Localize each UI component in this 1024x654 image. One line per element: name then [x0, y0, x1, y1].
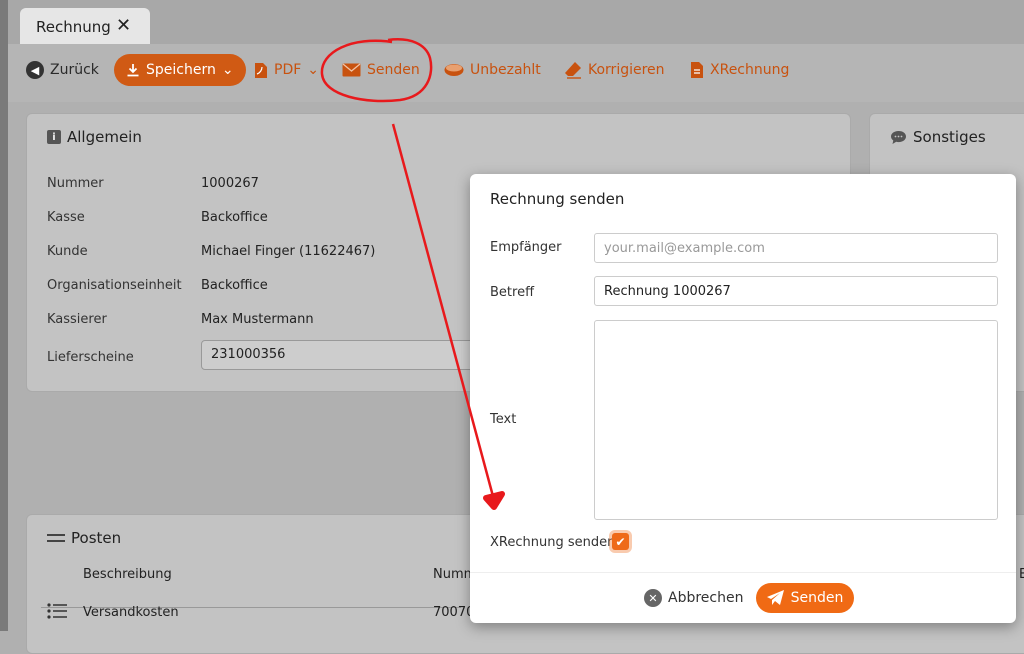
field-value-nummer: 1000267 — [201, 176, 259, 191]
subject-label: Betreff — [490, 285, 535, 300]
tab-bar: Rechnung ✕ — [8, 0, 1024, 46]
text-area[interactable] — [594, 320, 998, 520]
envelope-icon — [342, 63, 361, 77]
field-value-organisationseinheit: Backoffice — [201, 278, 268, 293]
unpaid-label: Unbezahlt — [470, 62, 541, 78]
pdf-icon — [255, 62, 267, 78]
left-edge — [0, 0, 8, 631]
unpaid-button[interactable]: Unbezahlt — [444, 54, 541, 86]
field-label-lieferscheine: Lieferscheine — [47, 350, 134, 365]
dialog-send-button[interactable]: Senden — [756, 583, 854, 613]
chevron-down-icon: ⌄ — [307, 62, 320, 78]
row-description: Versandkosten — [83, 605, 179, 620]
items-title: Posten — [47, 529, 121, 547]
recipient-input[interactable] — [594, 233, 998, 263]
field-label-kasse: Kasse — [47, 210, 85, 225]
xrechnung-send-label: XRechnung senden — [490, 535, 616, 550]
coins-icon — [444, 64, 464, 76]
field-value-kassierer: Max Mustermann — [201, 312, 314, 327]
correct-button[interactable]: Korrigieren — [564, 54, 665, 86]
field-value-kasse: Backoffice — [201, 210, 268, 225]
check-icon: ✔ — [615, 534, 626, 549]
misc-title-text: Sonstiges — [913, 128, 986, 146]
dialog-title: Rechnung senden — [490, 190, 625, 208]
xrechnung-checkbox[interactable]: ✔ — [612, 533, 629, 550]
save-button[interactable]: Speichern ⌄ — [114, 54, 246, 86]
field-value-kunde: Michael Finger (11622467) — [201, 244, 376, 259]
column-header-description: Beschreibung — [83, 567, 172, 582]
general-title: i Allgemein — [47, 128, 142, 146]
toolbar: ◀ Zurück Speichern ⌄ PDF ⌄ Senden Unbeza… — [8, 44, 1024, 102]
tab-title: Rechnung — [36, 18, 111, 36]
info-icon: i — [47, 130, 61, 144]
pdf-button[interactable]: PDF ⌄ — [254, 54, 319, 86]
xrechnung-label: XRechnung — [710, 62, 790, 78]
list-icon[interactable] — [47, 603, 67, 619]
dialog-footer-divider — [470, 572, 1016, 573]
send-button[interactable]: Senden — [342, 54, 420, 86]
download-icon — [127, 64, 139, 77]
misc-title: Sonstiges — [890, 128, 986, 146]
lieferscheine-value: 231000356 — [211, 347, 286, 362]
xrechnung-button[interactable]: XRechnung — [690, 54, 789, 86]
document-icon — [691, 62, 703, 78]
save-label: Speichern — [146, 62, 216, 78]
column-header-e: E — [1019, 567, 1024, 582]
back-button[interactable]: ◀ Zurück — [26, 54, 99, 86]
close-icon[interactable]: ✕ — [116, 15, 131, 36]
field-label-kassierer: Kassierer — [47, 312, 107, 327]
row-number: 70070 — [433, 605, 475, 620]
dialog-send-label: Senden — [790, 590, 844, 606]
correct-label: Korrigieren — [588, 62, 665, 78]
cancel-label: Abbrechen — [668, 590, 744, 606]
subject-input[interactable] — [594, 276, 998, 306]
text-label: Text — [490, 412, 517, 427]
general-title-text: Allgemein — [67, 128, 142, 146]
close-circle-icon: ✕ — [644, 589, 662, 607]
eraser-icon — [565, 62, 581, 79]
send-label: Senden — [367, 62, 420, 78]
field-label-nummer: Nummer — [47, 176, 104, 191]
pdf-label: PDF — [274, 62, 302, 78]
send-invoice-dialog: Rechnung senden Empfänger Betreff Text X… — [470, 174, 1016, 623]
paper-plane-icon — [766, 590, 784, 605]
back-label: Zurück — [50, 62, 99, 78]
field-label-organisationseinheit: Organisationseinheit — [47, 278, 182, 293]
recipient-label: Empfänger — [490, 240, 562, 255]
cancel-button[interactable]: ✕ Abbrechen — [644, 585, 743, 611]
field-label-kunde: Kunde — [47, 244, 88, 259]
tab-rechnung[interactable]: Rechnung ✕ — [20, 8, 150, 46]
items-title-text: Posten — [71, 529, 122, 547]
equals-icon — [47, 534, 65, 542]
chevron-down-icon: ⌄ — [221, 62, 234, 78]
arrow-left-icon: ◀ — [26, 61, 44, 79]
comment-icon — [891, 130, 906, 144]
